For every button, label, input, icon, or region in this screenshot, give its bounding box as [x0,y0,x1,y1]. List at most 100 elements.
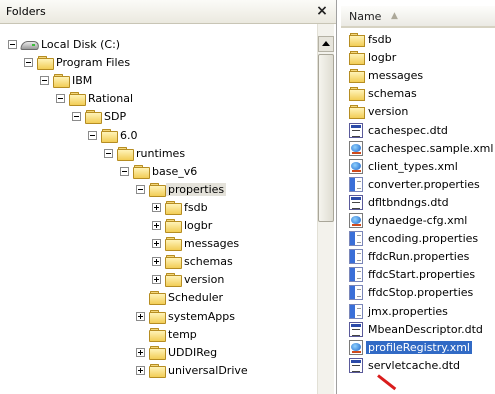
tree-node-label: Scheduler [168,291,224,305]
collapse-icon[interactable] [88,130,97,140]
scrollbar-thumb[interactable] [318,54,334,222]
scroll-up-arrow-icon[interactable] [318,36,334,52]
tree-node[interactable]: Rational [56,90,310,108]
properties-file-icon [349,231,363,247]
tree-node[interactable]: Scheduler [136,289,310,307]
tree-node[interactable]: messages [152,235,310,253]
collapse-icon[interactable] [8,40,17,49]
file-list-item[interactable]: jmx.properties [341,303,495,320]
collapse-icon[interactable] [40,76,49,86]
file-list-item[interactable]: servletcache.dtd [341,357,495,374]
tree-node[interactable]: IBM [40,72,310,90]
file-name-label: version [368,105,409,119]
tree-node-label: IBM [72,74,93,88]
folder-icon [349,50,365,66]
tree-node[interactable]: Local Disk (C:) [8,36,310,54]
tree-node-label: schemas [184,255,233,269]
folder-icon [349,32,365,47]
drive-icon [21,40,39,50]
file-list-item[interactable]: MbeanDescriptor.dtd [341,321,495,338]
collapse-icon[interactable] [24,58,33,68]
expand-icon[interactable] [152,257,161,267]
expand-icon[interactable] [152,202,161,212]
expand-icon[interactable] [136,347,145,357]
folders-title: Folders [6,5,46,18]
file-name-label: dynaedge-cfg.xml [368,214,468,227]
folder-icon [349,86,365,102]
file-list-item[interactable]: converter.properties [341,176,495,193]
file-list-item[interactable]: dynaedge-cfg.xml [341,212,495,229]
file-list-item[interactable]: encoding.properties [341,230,495,247]
collapse-icon[interactable] [72,112,81,122]
folder-open-icon [101,128,118,143]
file-list-item[interactable]: cachespec.dtd [341,122,495,139]
properties-file-icon [349,267,363,283]
collapse-icon[interactable] [56,94,65,104]
properties-file-icon [349,285,363,301]
tree-node-label: systemApps [168,309,235,323]
name-column-header[interactable]: Name ▲ [341,6,495,28]
file-list-item[interactable]: cachespec.sample.xml [341,140,495,157]
tree-node[interactable]: temp [136,326,310,344]
tree-node-label: universalDrive [168,363,248,377]
tree-node[interactable]: runtimes [104,145,310,163]
tree-node[interactable]: universalDrive [136,362,310,380]
tree-node-label: messages [184,237,240,251]
tree-node[interactable]: 6.0 [88,127,310,145]
folder-icon [165,255,182,270]
collapse-icon[interactable] [136,184,145,194]
folder-icon [165,237,182,252]
properties-file-icon [349,176,363,192]
file-list-item[interactable]: ffdcStop.properties [341,284,495,301]
collapse-icon[interactable] [104,148,113,158]
folder-icon [149,363,166,378]
file-list-item[interactable]: ffdcStart.properties [341,266,495,283]
tree-node[interactable]: fsdb [152,199,310,217]
tree-node[interactable]: Program Files [24,54,310,72]
expand-icon[interactable] [136,311,145,321]
tree-node[interactable]: properties [136,181,310,199]
folder-icon [149,345,166,360]
file-list-item[interactable]: ffdcRun.properties [341,248,495,265]
file-name-label: ffdcStart.properties [368,268,476,282]
tree-node[interactable]: SDP [72,108,310,126]
file-name-label: cachespec.sample.xml [368,141,494,155]
expand-icon[interactable] [136,365,145,375]
file-list-item[interactable]: dfltbndngs.dtd [341,194,495,211]
file-list-item[interactable]: profileRegistry.xml [341,339,495,356]
file-list-item[interactable]: client_types.xml [341,158,495,175]
tree-node[interactable]: systemApps [136,308,310,326]
file-list-item[interactable]: fsdb [341,31,495,48]
tree-node[interactable]: logbr [152,217,310,235]
file-list-item[interactable]: logbr [341,49,495,66]
close-icon[interactable]: × [314,3,330,19]
file-name-label: schemas [368,87,417,101]
folder-icon [149,291,166,306]
tree-node-label: logbr [184,219,213,232]
dtd-file-icon [349,122,363,138]
xml-file-icon [349,158,363,174]
file-name-label: converter.properties [368,177,480,191]
tree-node[interactable]: version [152,271,310,289]
file-list-item[interactable]: messages [341,67,495,84]
expand-icon[interactable] [152,275,161,285]
file-name-label: dfltbndngs.dtd [368,195,449,209]
folders-pane: Folders × Local Disk (C:) Program Files IB… [0,0,337,394]
folder-icon [165,200,182,215]
folder-icon [165,219,182,233]
tree-node[interactable]: schemas [152,253,310,271]
file-name-label: cachespec.dtd [368,123,448,137]
tree-node[interactable]: UDDIReg [136,344,310,362]
folder-open-icon [53,74,70,89]
file-name-label: ffdcStop.properties [368,286,474,300]
vertical-scrollbar[interactable] [317,24,334,394]
tree-node[interactable]: base_v6 [120,163,310,181]
collapse-icon[interactable] [120,166,129,176]
file-list-item[interactable]: schemas [341,85,495,102]
expand-icon[interactable] [152,221,161,230]
tree-node-label: SDP [104,110,127,124]
file-list-item[interactable]: version [341,103,495,120]
expand-icon[interactable] [152,239,161,249]
files-pane: Name ▲ fsdb logbr messages schemas version ca… [341,0,495,394]
tree-node-label: fsdb [184,200,208,214]
